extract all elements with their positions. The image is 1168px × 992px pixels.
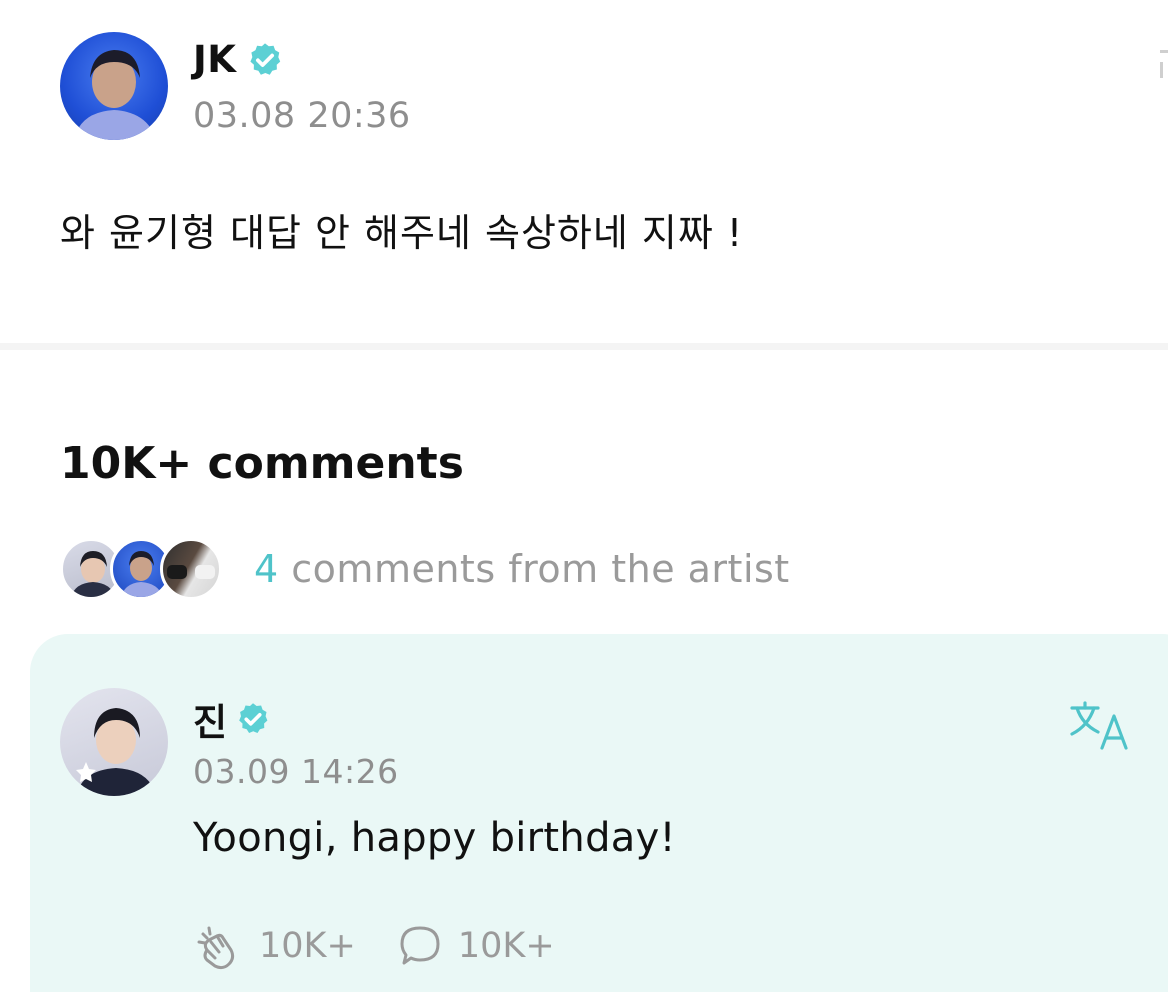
post-author[interactable]: JK <box>193 38 284 81</box>
post-timestamp: 03.08 20:36 <box>193 96 411 136</box>
comment-timestamp: 03.09 14:26 <box>193 752 399 791</box>
commenter-author[interactable]: 진 <box>193 692 271 746</box>
like-count: 10K+ <box>259 926 356 966</box>
section-divider <box>0 343 1168 350</box>
post-body-text: 와 윤기형 대답 안 해주네 속상하네 지짜 ! <box>60 211 744 255</box>
commenter-avatar[interactable] <box>60 688 168 796</box>
artist-avatar-stack <box>60 536 232 602</box>
artist-comments-link[interactable]: 4 comments from the artist <box>60 536 790 602</box>
reply-button[interactable]: 10K+ <box>396 922 555 970</box>
commenter-name[interactable]: 진 <box>193 692 227 746</box>
artist-comments-text[interactable]: 4 comments from the artist <box>254 547 790 591</box>
post-detail-page: JK 03.08 20:36 와 윤기형 대답 안 해주네 속상하네 지짜 ! … <box>0 0 1168 992</box>
verified-badge-icon <box>250 42 281 75</box>
translate-icon[interactable] <box>1068 700 1134 752</box>
like-button[interactable]: 10K+ <box>193 920 356 972</box>
comments-count-heading: 10K+ comments <box>60 438 464 489</box>
verified-badge-icon <box>239 703 268 733</box>
artist-comments-label: comments from the artist <box>291 547 790 591</box>
comment-body-text: Yoongi, happy birthday! <box>193 815 676 861</box>
comment-actions: 10K+ 10K+ <box>193 918 555 974</box>
avatar-portrait <box>76 708 156 796</box>
artist-avatar <box>160 538 222 600</box>
post-author-name[interactable]: JK <box>193 38 236 81</box>
cheer-hand-icon <box>197 926 235 970</box>
comment-bubble-icon <box>400 926 440 965</box>
artist-comments-count: 4 <box>254 547 279 591</box>
reply-count: 10K+ <box>457 926 555 966</box>
avatar-portrait <box>74 50 156 140</box>
more-options-icon[interactable] <box>1158 44 1168 84</box>
author-avatar[interactable] <box>60 32 168 140</box>
